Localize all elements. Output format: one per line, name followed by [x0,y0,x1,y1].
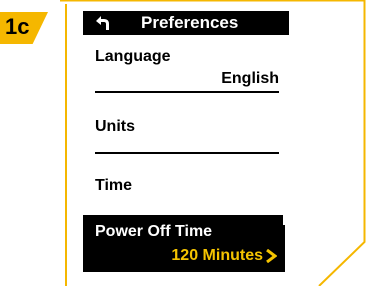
setting-value-language: English [221,70,279,87]
divider [95,152,279,154]
device-screen: Preferences Language English Units Time … [83,0,289,286]
setting-label-units: Units [95,118,135,135]
setting-label-language: Language [95,48,171,65]
chevron-right-icon [266,249,277,263]
divider [95,91,279,93]
step-label: 1c [5,14,30,39]
back-arrow-icon[interactable] [93,14,111,32]
setting-power-off-time[interactable]: Power Off Time 120 Minutes [83,215,283,272]
scroll-indicator [283,225,285,272]
setting-value-power-off-time: 120 Minutes [171,247,263,264]
page-title: Preferences [141,13,239,32]
setting-label-power-off-time: Power Off Time [95,223,213,240]
title-bar: Preferences [83,11,289,35]
setting-label-time: Time [95,177,133,194]
